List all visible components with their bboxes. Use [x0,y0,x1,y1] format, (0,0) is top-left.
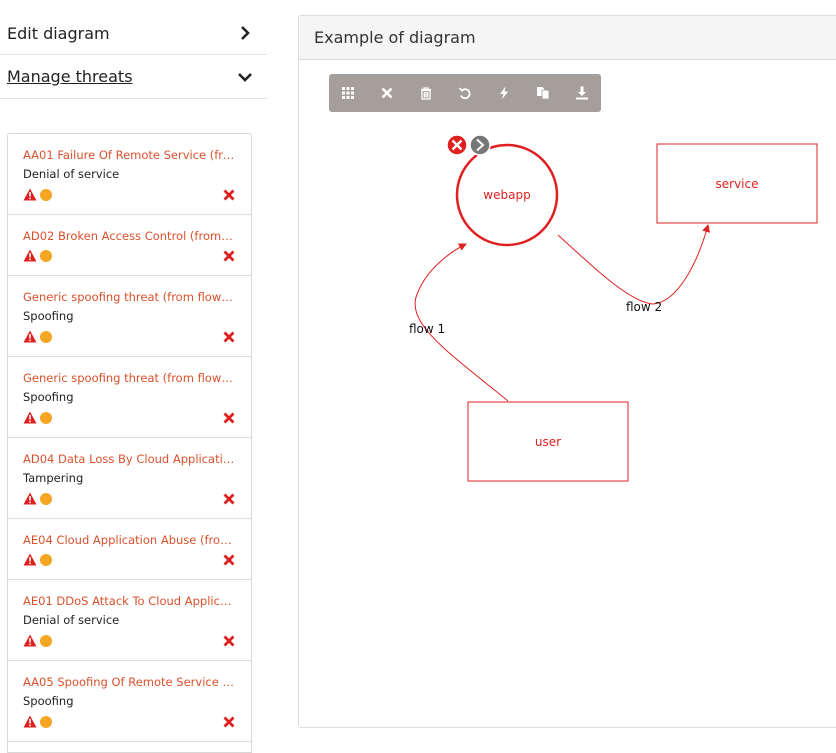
threat-indicators [23,553,52,566]
flow-2-label[interactable]: flow 2 [626,300,662,314]
severity-dot-icon [40,249,52,262]
severity-dot-icon [40,492,52,505]
copy-icon [536,87,550,100]
threat-type: Denial of service [23,613,120,627]
threat-type: Spoofing [23,309,74,323]
threat-title[interactable]: Generic spoofing threat (from flow 1) [23,371,235,385]
trash-icon [421,87,432,100]
service-label: service [716,177,759,191]
copy-button[interactable] [523,74,562,112]
delete-threat-icon[interactable] [223,635,235,647]
threat-indicators [23,411,52,424]
severity-dot-icon [40,715,52,728]
chevron-right-icon[interactable] [238,26,252,40]
threat-indicators [23,634,52,647]
threat-item[interactable]: AD02 Broken Access Control (from flow 1) [8,215,251,276]
webapp-label: webapp [483,188,530,202]
delete-button[interactable] [407,74,446,112]
manage-threats-label[interactable]: Manage threats [7,67,133,86]
threat-type: Tampering [23,471,84,485]
bolt-icon [499,86,508,100]
delete-threat-icon[interactable] [223,554,235,566]
threat-title[interactable]: AD02 Broken Access Control (from flow 1) [23,229,235,243]
warning-icon [23,249,37,262]
webapp-node[interactable]: webapp [455,143,559,247]
undo-icon [458,87,471,100]
warning-icon [23,492,37,505]
delete-threat-icon[interactable] [223,250,235,262]
threat-type: Spoofing [23,694,74,708]
threat-indicators [23,492,52,505]
threat-item[interactable]: AD04 Data Loss By Cloud Application Vuln… [8,438,251,519]
close-button[interactable] [368,74,407,112]
flow-2-edge[interactable] [557,224,711,305]
close-icon [381,87,393,99]
threat-title[interactable]: AA01 Failure Of Remote Service (from flo… [23,148,235,162]
warning-icon [23,715,37,728]
threat-item[interactable]: Generic spoofing threat (from flow 1) Sp… [8,357,251,438]
delete-threat-icon[interactable] [223,189,235,201]
panel-title: Example of diagram [314,28,476,47]
threat-type: Denial of service [23,167,120,181]
chevron-down-icon[interactable] [238,70,252,84]
severity-dot-icon [40,553,52,566]
severity-dot-icon [40,330,52,343]
threat-type: Spoofing [23,390,74,404]
threat-title[interactable]: AD04 Data Loss By Cloud Application Vuln… [23,452,235,466]
threat-indicators [23,715,52,728]
warning-icon [23,634,37,647]
bolt-button[interactable] [484,74,523,112]
delete-threat-icon[interactable] [223,493,235,505]
threat-item[interactable]: AE04 Cloud Application Abuse (from flow … [8,519,251,580]
warning-icon [23,553,37,566]
threat-item[interactable]: AA05 Spoofing Of Remote Service (from fl… [8,661,251,742]
download-icon [575,86,588,100]
threat-title[interactable]: AE01 DDoS Attack To Cloud Application [23,594,235,608]
grid-button[interactable] [329,74,368,112]
threat-indicators [23,249,52,262]
node-options-icon[interactable] [469,134,491,156]
service-node[interactable]: service [656,143,818,224]
accordion: Edit diagram Manage threats [0,12,267,99]
threat-title[interactable]: AE04 Cloud Application Abuse (from flow … [23,533,235,547]
warning-icon [23,188,37,201]
threat-title[interactable]: AA05 Spoofing Of Remote Service (from fl… [23,675,235,689]
download-button[interactable] [562,74,601,112]
threat-indicators [23,330,52,343]
edit-diagram-row[interactable]: Edit diagram [0,12,267,55]
threat-indicators [23,188,52,201]
delete-threat-icon[interactable] [223,412,235,424]
user-node[interactable]: user [467,401,629,482]
threat-list: AA01 Failure Of Remote Service (from flo… [7,133,252,753]
threat-title[interactable]: Generic spoofing threat (from flow 2) [23,290,235,304]
warning-icon [23,330,37,343]
warning-icon [23,411,37,424]
remove-node-icon[interactable] [446,134,468,156]
diagram-svg[interactable]: flow 1 flow 2 webapp service user [298,112,836,712]
delete-threat-icon[interactable] [223,331,235,343]
delete-threat-icon[interactable] [223,716,235,728]
threat-item[interactable]: AA01 Failure Of Remote Service (from flo… [8,134,251,215]
grid-icon [342,87,355,99]
diagram-toolbar [329,74,601,112]
severity-dot-icon [40,411,52,424]
diagram-canvas[interactable]: flow 1 flow 2 webapp service user [298,112,836,712]
user-label: user [535,435,561,449]
threat-item[interactable]: Generic spoofing threat (from flow 2) Sp… [8,276,251,357]
edit-diagram-label[interactable]: Edit diagram [7,24,110,43]
flow-1-label[interactable]: flow 1 [409,322,445,336]
undo-button[interactable] [446,74,485,112]
panel-header: Example of diagram [299,16,836,60]
threat-item[interactable]: AE01 DDoS Attack To Cloud Application De… [8,580,251,661]
severity-dot-icon [40,634,52,647]
manage-threats-row[interactable]: Manage threats [0,55,267,99]
severity-dot-icon [40,188,52,201]
